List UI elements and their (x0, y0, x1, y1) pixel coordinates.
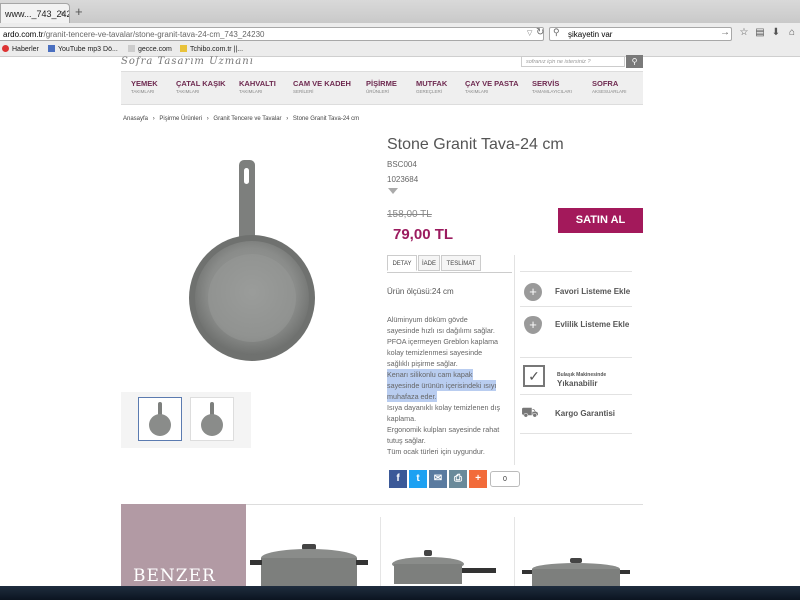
facebook-icon[interactable]: f (389, 470, 407, 488)
description-line: sayesinde hızlı ısı dağılımı sağlar. (387, 326, 495, 335)
dishwasher-icon: ✓ (523, 365, 545, 387)
breadcrumb-link[interactable]: Granit Tencere ve Tavalar (213, 116, 281, 122)
youtube-icon (48, 45, 55, 52)
nav-item[interactable]: PİŞİRME ÜRÜNLERİ (366, 79, 397, 94)
tab-iade[interactable]: İADE (418, 255, 440, 271)
product-thumbnail[interactable] (190, 397, 234, 441)
product-thumbnail[interactable] (138, 397, 182, 441)
breadcrumb-separator: › (206, 116, 209, 122)
nav-item[interactable]: KAHVALTI TAKIMLARI (239, 79, 276, 94)
product-code: BSC004 (387, 160, 417, 169)
bookmark-item[interactable]: YouTube mp3 Dö... (48, 44, 118, 55)
email-icon[interactable]: ✉ (429, 470, 447, 488)
url-dropdown-icon[interactable]: ▽ (527, 29, 532, 37)
bookmarks-menu-icon[interactable]: ▤ (754, 27, 766, 39)
divider (520, 306, 632, 307)
share-count: 0 (490, 471, 520, 487)
tab-teslimat[interactable]: TESLİMAT (441, 255, 481, 271)
bookmark-star-icon[interactable]: ☆ (738, 27, 750, 39)
breadcrumb-current: Stone Granit Tava-24 cm (292, 116, 360, 122)
truck-icon: ⛟ (521, 404, 539, 420)
product-title: Stone Granit Tava-24 cm (387, 136, 564, 153)
bookmarks-bar (0, 43, 800, 57)
os-taskbar (0, 586, 800, 600)
product-barcode: 1023684 (387, 175, 419, 184)
description-line-selected: muhafaza eder. (387, 391, 437, 402)
current-price: 79,00 TL (393, 226, 454, 243)
product-image[interactable] (186, 160, 326, 372)
nav-item[interactable]: CAM VE KADEH SERİLERİ (293, 79, 351, 94)
divider (520, 433, 632, 434)
description-line-selected: Kenarı silikonlu cam kapak (387, 369, 473, 380)
url-path: /granit-tencere-ve-tavalar/stone-granit-… (43, 30, 265, 39)
browser-search-input[interactable]: şikayetin var (549, 27, 732, 41)
nav-item[interactable]: YEMEK TAKIMLARI (131, 79, 158, 94)
description-line: Ergonomik kulpları sayesinde rahat (387, 425, 500, 434)
new-tab-button[interactable]: + (75, 4, 83, 19)
downloads-icon[interactable]: ⬇ (770, 27, 782, 39)
nav-item[interactable]: ÇAY VE PASTA TAKIMLARI (465, 79, 519, 94)
description-line: kaplama. (387, 414, 417, 423)
related-label: BENZER (133, 566, 216, 586)
search-icon: ⚲ (553, 27, 560, 37)
breadcrumb-link[interactable]: Anasayfa (123, 116, 148, 122)
description-line: tutuş sağlar. (387, 436, 426, 445)
related-product-pan[interactable] (388, 548, 498, 586)
divider (520, 357, 632, 358)
divider (520, 271, 632, 272)
add-wedding-list-link[interactable]: Evlilik Listeme Ekle (555, 320, 629, 329)
nav-item[interactable]: SOFRA AKSESUARLARI (592, 79, 627, 94)
site-brand[interactable]: Sofra Tasarım Uzmanı (121, 56, 254, 67)
heart-plus-icon[interactable]: + (524, 316, 542, 334)
caret-down-icon (388, 188, 398, 194)
address-bar[interactable]: ardo.com.tr/granit-tencere-ve-tavalar/st… (0, 27, 544, 41)
plus-icon[interactable]: + (524, 283, 542, 301)
buy-button[interactable]: SATIN AL (558, 208, 643, 233)
bookmark-item[interactable]: Tchibo.com.tr ||... (180, 44, 243, 55)
nav-item[interactable]: MUTFAK GEREÇLERİ (416, 79, 447, 94)
related-product-pot[interactable] (250, 540, 370, 586)
add-favorite-link[interactable]: Favori Listeme Ekle (555, 287, 630, 296)
bookmark-item[interactable]: gecce.com (128, 44, 172, 55)
site-search-input[interactable]: sofranız için ne istersiniz ? (521, 56, 625, 67)
related-product-casserole[interactable] (522, 556, 632, 586)
site-search-button[interactable]: ⚲ (626, 55, 643, 68)
description-line: Tüm ocak türleri için uygundur. (387, 447, 485, 456)
print-icon[interactable]: ⎙ (449, 470, 467, 488)
nav-item[interactable]: SERVİS TAMAMLAYICILARI (532, 79, 572, 94)
page-icon (128, 45, 135, 52)
cargo-guarantee: Kargo Garantisi (555, 409, 616, 418)
description-line: kolay temizlenmesi sayesinde (387, 348, 483, 357)
dishwasher-label-small: Bulaşık Makinesinde (557, 372, 607, 378)
old-price: 158,00 TL (387, 209, 432, 220)
twitter-icon[interactable]: t (409, 470, 427, 488)
breadcrumb-separator: › (286, 116, 289, 122)
description-line: PFOA içermeyen Greblon kaplama (387, 337, 499, 346)
url-domain: ardo.com.tr (3, 30, 44, 39)
product-size: Ürün ölçüsü:24 cm (387, 287, 454, 296)
search-go-icon[interactable]: → (720, 27, 730, 38)
dishwasher-label: Yıkanabilir (557, 379, 598, 388)
browser-tab-bar (0, 0, 800, 24)
description-line: Isıya dayanıklı kolay temizlenen dış (387, 403, 501, 412)
home-icon[interactable]: ⌂ (786, 27, 798, 39)
share-plus-icon[interactable]: + (469, 470, 487, 488)
description-line-selected: sayesinde ürünün içerisindeki ısıyı (387, 380, 497, 391)
reload-icon[interactable]: ↻ (536, 27, 544, 38)
news-icon (2, 45, 9, 52)
breadcrumb-separator: › (152, 116, 155, 122)
tab-detay[interactable]: DETAY (387, 255, 417, 271)
nav-item[interactable]: ÇATAL KAŞIK TAKIMLARI (176, 79, 226, 94)
divider (514, 255, 515, 465)
breadcrumb-link[interactable]: Pişirme Ürünleri (159, 116, 202, 122)
description-line: Alüminyum döküm gövde (387, 315, 468, 324)
tchibo-icon (180, 45, 187, 52)
description-line: sağlıklı pişirme sağlar. (387, 359, 458, 368)
divider (520, 394, 632, 395)
close-tab-icon[interactable]: × (60, 8, 65, 18)
search-icon: ⚲ (631, 57, 638, 66)
breadcrumb: Anasayfa › Pişirme Ürünleri › Granit Ten… (123, 116, 362, 122)
bookmark-item[interactable]: Haberler (2, 44, 39, 55)
